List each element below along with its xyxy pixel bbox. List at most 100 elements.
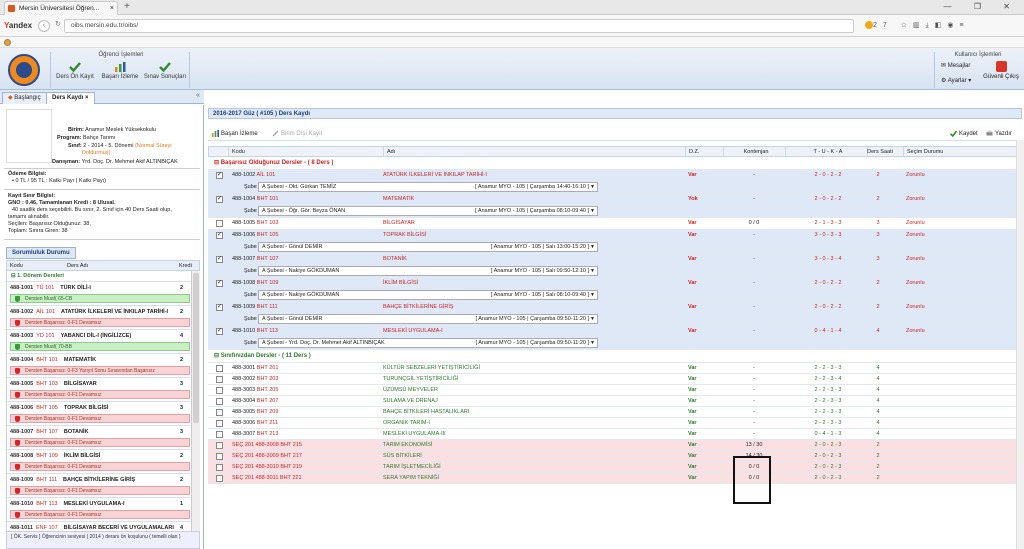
- sube-select[interactable]: A Şubesi - Okt. Gürkan TEMİZ[ Anamur MYO…: [258, 182, 598, 192]
- window-controls[interactable]: — ❐ ✕: [944, 2, 1020, 11]
- list-item[interactable]: 488-1008 BHT 109 İKLİM BİLGİSİ 2 Dersten Baş…: [7, 450, 200, 474]
- collapse-panel-icon[interactable]: «: [196, 92, 200, 99]
- messages-button[interactable]: ✉ Mesajlar: [941, 62, 970, 69]
- select-checkbox[interactable]: ✓: [216, 304, 223, 311]
- list-item[interactable]: 488-1004 BHT 101 MATEMATİK 2 Dersten Başarıs…: [7, 354, 200, 378]
- table-row[interactable]: 488-3002 BHT 203 TURUNÇGİL YETİŞTİRİCİLİĞ…: [208, 374, 1022, 385]
- kaydet-button[interactable]: Kaydet: [950, 130, 978, 138]
- course-ders-saati: 2: [876, 280, 880, 286]
- sinif-status: Doldurmuş): [82, 150, 111, 156]
- select-checkbox[interactable]: [216, 464, 223, 471]
- pocket-icon[interactable]: ◧: [935, 22, 948, 29]
- bookmark-bar: [0, 37, 1024, 48]
- table-row[interactable]: 488-3007 BHT 213 MESLEKİ UYGULAMA-III Var -…: [208, 429, 1022, 440]
- sube-select[interactable]: A Şubesi - Öğr. Gör. Beyza ÖNAN[ Anamur …: [258, 206, 598, 216]
- star-icon[interactable]: ☆: [901, 22, 913, 29]
- select-checkbox[interactable]: ✓: [216, 328, 223, 335]
- table-row[interactable]: ✓ 488-1008 BHT 109 İKLİM BİLGİSİ Var -2 - 0 …: [208, 278, 1022, 302]
- course-status: Dersten Başarısız: 0-F1 Devamsız: [10, 510, 190, 519]
- table-row[interactable]: ✓ 488-1006 BHT 105 TOPRAK BİLGİSİ Var -3 - 0…: [208, 230, 1022, 254]
- new-tab-button[interactable]: +: [124, 1, 130, 12]
- sube-select[interactable]: A Şubesi - Gönül DEMİR[ Anamur MYO - 105…: [258, 242, 598, 252]
- list-item[interactable]: 488-1003 YD 101 YABANCI DİL-I (İNGİLİZCE) 4…: [7, 330, 200, 354]
- select-checkbox[interactable]: ✓: [216, 172, 223, 179]
- tab-sorumluluk[interactable]: Sorumluluk Durumu: [6, 247, 76, 259]
- course-secim: Zorunlu: [906, 232, 925, 238]
- extension-icon[interactable]: ◉: [947, 22, 959, 29]
- menu-icon[interactable]: ≡: [960, 22, 970, 29]
- settings-button[interactable]: ⚙ Ayarlar ▾: [941, 77, 971, 84]
- list-item[interactable]: 488-1010 BHT 113 MESLEKİ UYGULAMA-I 1 Derste…: [7, 498, 200, 522]
- section-class-courses[interactable]: ⊟ Sınıfınızdan Dersler - ( 11 Ders ): [208, 350, 1022, 363]
- course-dz: Yok: [688, 196, 698, 202]
- course-name: ÜZÜMSÜ MEYVELER: [383, 387, 439, 393]
- main-scrollbar[interactable]: [1016, 140, 1024, 549]
- table-row[interactable]: 488-3006 BHT 211 ORGANİK TARIM-I Var -2 - 2…: [208, 418, 1022, 429]
- sube-select[interactable]: A Şubesi - Gönül DEMİR[ Anamur MYO - 105…: [258, 314, 598, 324]
- course-code: 488-3003 BHT 205: [232, 387, 279, 393]
- select-checkbox[interactable]: [216, 387, 223, 394]
- table-row[interactable]: 488-3004 BHT 207 SULAMA VE DRENAJ Var -2 - …: [208, 396, 1022, 407]
- table-row[interactable]: ✓ 488-1009 BHT 111 BAHÇE BİTKİLERİNE GİRİŞ…: [208, 302, 1022, 326]
- list-item[interactable]: 488-1009 BHT 111 BAHÇE BİTKİLERİNE GİRİŞ 2 D…: [7, 474, 200, 498]
- table-row[interactable]: ✓ 488-1004 BHT 101 MATEMATİK Yok -2 - 0 - 2 …: [208, 194, 1022, 218]
- url-input[interactable]: oibs.mersin.edu.tr/oibs/: [64, 19, 854, 33]
- select-checkbox[interactable]: ✓: [216, 256, 223, 263]
- sube-select[interactable]: A Şubesi - Yrd. Doç. Dr. Mehmet Akif ALT…: [258, 338, 598, 348]
- sinav-sonuclari-button[interactable]: Sınav Sonuçları: [143, 61, 187, 80]
- table-row[interactable]: 488-1005 BHT 103 BİLGİSAYAR Var 0 / 02 - 1 …: [208, 218, 1022, 230]
- sube-select[interactable]: A Şubesi - Nakiye GÖKDUMAN[ Anamur MYO -…: [258, 290, 598, 300]
- sube-select[interactable]: A Şubesi - Nakiye GÖKDUMAN[ Anamur MYO -…: [258, 266, 598, 276]
- tab-ders-kaydi[interactable]: Ders Kaydı ×: [46, 92, 95, 104]
- table-row[interactable]: ✓ 488-1007 BHT 107 BOTANİK Var -3 - 0 - 3 - …: [208, 254, 1022, 278]
- section-failed-courses[interactable]: ⊟ Başarısız Olduğunuz Dersler - ( 8 Ders…: [208, 157, 1022, 170]
- table-row[interactable]: 488-3003 BHT 205 ÜZÜMSÜ MEYVELER Var -2 - 2…: [208, 385, 1022, 396]
- select-checkbox[interactable]: [216, 376, 223, 383]
- table-row[interactable]: SEÇ 201 488-3011 BHT 221 SERA YAPIM TEKNİ…: [208, 473, 1022, 484]
- table-row[interactable]: 488-3001 BHT 201 KÜLTÜR SEBZELERİ YETİŞTİ…: [208, 363, 1022, 374]
- bookmark-icon[interactable]: [4, 39, 11, 46]
- select-checkbox[interactable]: ✓: [216, 232, 223, 239]
- select-checkbox[interactable]: [216, 220, 223, 227]
- basari-izleme-toolbar-button[interactable]: Başarı İzleme: [212, 130, 258, 138]
- list-item[interactable]: 488-1006 BHT 105 TOPRAK BİLGİSİ 3 Dersten Ba…: [7, 402, 200, 426]
- table-row[interactable]: 488-3005 BHT 209 BAHÇE BİTKİLERİ HASTALIK…: [208, 407, 1022, 418]
- select-checkbox[interactable]: [216, 453, 223, 460]
- list-item[interactable]: 488-1005 BHT 103 BİLGİSAYAR 3 Dersten Başarı…: [7, 378, 200, 402]
- table-row[interactable]: ✓ 488-1002 AİL 101 ATATÜRK İLKELERİ VE İNK…: [208, 170, 1022, 194]
- select-checkbox[interactable]: [216, 442, 223, 449]
- select-checkbox[interactable]: [216, 398, 223, 405]
- course-name: BOTANİK: [383, 256, 407, 262]
- select-checkbox[interactable]: [216, 475, 223, 482]
- university-logo[interactable]: [8, 54, 40, 86]
- birim-disi-kayit-button[interactable]: Birim Dışı Kayıt: [272, 130, 322, 138]
- left-scrollbar[interactable]: [191, 271, 200, 549]
- select-checkbox[interactable]: ✓: [216, 280, 223, 287]
- yazdir-button[interactable]: Yazdır: [986, 130, 1012, 138]
- browser-tab[interactable]: Mersin Üniversitesi Öğren... ×: [4, 1, 118, 15]
- table-row[interactable]: SEÇ 201 488-3010 BHT 219 TARIM İŞLETMECİL…: [208, 462, 1022, 473]
- ders-on-kayit-button[interactable]: Ders Ön Kayıt: [53, 61, 97, 80]
- basari-izleme-button[interactable]: Başarı İzleme: [98, 61, 142, 80]
- table-row[interactable]: SEÇ 201 488-3009 BHT 217 SÜS BİTKİLERİ Var…: [208, 451, 1022, 462]
- list-item[interactable]: 488-1007 BHT 107 BOTANİK 3 Dersten Başarısız…: [7, 426, 200, 450]
- select-checkbox[interactable]: ✓: [216, 196, 223, 203]
- select-checkbox[interactable]: [216, 420, 223, 427]
- select-checkbox[interactable]: [216, 409, 223, 416]
- select-checkbox[interactable]: [216, 365, 223, 372]
- tab-close-icon[interactable]: ×: [110, 2, 114, 15]
- list-item[interactable]: 488-1002 AİL 101 ATATÜRK İLKELERİ VE İNKIL…: [7, 306, 200, 330]
- table-row[interactable]: SEÇ 201 488-3008 BHT 215 TARIM EKONOMİSİ V…: [208, 440, 1022, 451]
- back-icon[interactable]: ‹: [38, 20, 50, 32]
- library-icon[interactable]: ▥: [913, 22, 926, 29]
- list-item[interactable]: 488-1001 TÜ 101 TÜRK DİLİ-I 2 Dersten Muaf( …: [7, 282, 200, 306]
- select-checkbox[interactable]: [216, 431, 223, 438]
- logout-button[interactable]: Güvenli Çıkış: [983, 61, 1019, 80]
- left-panel: Birim: Anamur Meslek Yüksekokulu Program…: [0, 105, 204, 549]
- table-row[interactable]: ✓ 488-1010 BHT 113 MESLEKİ UYGULAMA-I Var -0…: [208, 326, 1022, 350]
- donem-title[interactable]: ⊟ 1. Dönem Dersleri: [7, 271, 200, 282]
- download-icon[interactable]: ⤓: [926, 22, 935, 29]
- refresh-icon[interactable]: ↻: [52, 20, 64, 32]
- tab-baslangic[interactable]: ◆ Başlangıç: [2, 92, 47, 104]
- coin-icon[interactable]: [865, 21, 873, 30]
